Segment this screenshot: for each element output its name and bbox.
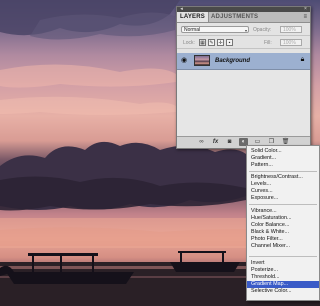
lock-image-icon[interactable]: ✎	[208, 39, 215, 46]
fill-field[interactable]: 100%	[280, 39, 302, 46]
blend-mode-value: Normal	[184, 27, 201, 33]
adjustment-layer-menu: Solid Color... Gradient... Pattern... Br…	[246, 145, 320, 301]
menu-item-black-white[interactable]: Black & White...	[247, 229, 319, 236]
tab-layers[interactable]: LAYERS	[177, 12, 209, 22]
layer-mask-icon[interactable]: ◙	[225, 138, 234, 146]
menu-item-color-balance[interactable]: Color Balance...	[247, 222, 319, 229]
close-panel-icon[interactable]: ×	[303, 7, 308, 12]
menu-item-gradient[interactable]: Gradient...	[247, 155, 319, 162]
menu-item-photo-filter[interactable]: Photo Filter...	[247, 236, 319, 243]
collapse-icon[interactable]: ◂	[179, 7, 184, 12]
tab-adjustments[interactable]: ADJUSTMENTS	[208, 12, 261, 22]
menu-separator	[249, 204, 317, 205]
menu-item-posterize[interactable]: Posterize...	[247, 267, 319, 274]
menu-item-pattern[interactable]: Pattern...	[247, 162, 319, 169]
fill-value: 100%	[283, 40, 296, 46]
panel-menu-icon[interactable]: ≡	[303, 12, 307, 22]
layer-row-background[interactable]: ◉ Background 🔒︎	[177, 53, 310, 70]
lock-icon: 🔒︎	[300, 56, 305, 63]
lock-position-icon[interactable]: ✛	[217, 39, 224, 46]
opacity-field[interactable]: 100%	[280, 26, 302, 33]
menu-item-threshold[interactable]: Threshold...	[247, 274, 319, 281]
menu-item-vibrance[interactable]: Vibrance...	[247, 208, 319, 215]
fx-icon[interactable]: fx	[211, 138, 220, 146]
link-layers-icon[interactable]: ∞	[197, 138, 206, 146]
layer-name: Background	[215, 58, 251, 64]
blend-row: Normal ▾ Opacity: 100%	[177, 24, 310, 36]
menu-separator	[249, 256, 317, 257]
eye-icon[interactable]: ◉	[180, 56, 188, 65]
lock-label: Lock:	[183, 40, 195, 46]
menu-item-curves[interactable]: Curves...	[247, 188, 319, 195]
menu-separator	[249, 171, 317, 172]
layer-thumbnail	[194, 55, 210, 66]
menu-item-levels[interactable]: Levels...	[247, 181, 319, 188]
lock-all-icon[interactable]: ▪	[226, 39, 233, 46]
menu-item-channel-mixer[interactable]: Channel Mixer...	[247, 243, 319, 250]
layer-list-area	[177, 70, 310, 136]
opacity-value: 100%	[283, 27, 296, 33]
fill-label: Fill:	[264, 40, 272, 46]
panel-tabs: LAYERS ADJUSTMENTS ≡	[177, 12, 310, 23]
chevron-down-icon: ▾	[244, 28, 247, 33]
menu-item-brightness-contrast[interactable]: Brightness/Contrast...	[247, 174, 319, 181]
lock-transparent-icon[interactable]: ▦	[199, 39, 206, 46]
menu-item-invert[interactable]: Invert	[247, 260, 319, 267]
menu-item-hue-saturation[interactable]: Hue/Saturation...	[247, 215, 319, 222]
blend-mode-select[interactable]: Normal ▾	[181, 26, 249, 33]
menu-item-solid-color[interactable]: Solid Color...	[247, 148, 319, 155]
opacity-label: Opacity:	[253, 27, 272, 33]
layers-panel: ◂ × LAYERS ADJUSTMENTS ≡ Normal ▾ Opacit…	[176, 6, 311, 149]
menu-item-gradient-map[interactable]: Gradient Map...	[247, 281, 319, 288]
menu-item-exposure[interactable]: Exposure...	[247, 195, 319, 202]
menu-item-selective-color[interactable]: Selective Color...	[247, 288, 319, 295]
lock-row: Lock: ▦ ✎ ✛ ▪ Fill: 100%	[177, 37, 310, 49]
